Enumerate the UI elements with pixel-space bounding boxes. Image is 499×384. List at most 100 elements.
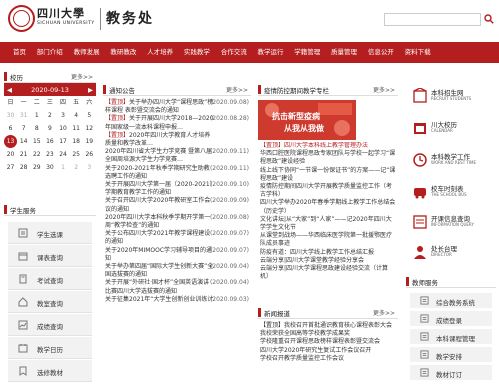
notice-item[interactable]: 关于举办第四届“国际大学生创新大赛”全国选拔赛的通知 (2020.09.04) bbox=[105, 263, 249, 279]
epidemic-item[interactable]: 华西口腔医院课程思政专家团队与学校一起学习“课程思政”建设经验 bbox=[260, 150, 396, 166]
epidemic-item[interactable]: 线上线下协同“一节课一份保证书”的方案——记“课程思政”建设 bbox=[260, 167, 396, 183]
nav-talent[interactable]: 人才培养 bbox=[142, 42, 179, 63]
notice-item[interactable]: 关于2020-2021年秋季学期研究生助教选聘工作的通知 (2020.09.11) bbox=[105, 165, 249, 181]
calendar-day[interactable]: 27 bbox=[4, 161, 17, 174]
quick-link-item[interactable]: 处长台理 DIRECTOR bbox=[412, 242, 494, 262]
calendar-day[interactable]: 5 bbox=[83, 109, 96, 122]
calendar-day[interactable]: 30 bbox=[43, 161, 56, 174]
student-service-item[interactable]: 教学日历 bbox=[8, 337, 92, 359]
teacher-service-item[interactable]: 本科课程管理 bbox=[410, 329, 492, 344]
calendar-prev-icon[interactable]: ◀ bbox=[7, 86, 12, 94]
calendar-day[interactable]: 20 bbox=[4, 148, 17, 161]
calendar-day[interactable]: 30 bbox=[4, 109, 17, 122]
epidemic-banner[interactable]: 抗击新型疫病 从我从我做 bbox=[258, 100, 356, 140]
calendar-day[interactable]: 11 bbox=[70, 122, 83, 135]
epidemic-item[interactable]: 【置顶】四川大学本科线上教学管理办法 bbox=[260, 142, 396, 150]
search-input[interactable] bbox=[384, 13, 481, 26]
epidemic-item[interactable]: 云端分享|四川大学课堂教学经验分享会 bbox=[260, 257, 396, 265]
epidemic-item[interactable]: 文化讲坛|从“大家”到“人家”——记2020年四川大学学生文化节 bbox=[260, 216, 396, 232]
teacher-service-item[interactable]: 教材订订 bbox=[410, 365, 492, 380]
nav-home[interactable]: 首页 bbox=[0, 42, 31, 63]
teacher-service-item[interactable]: 成绩登录 bbox=[410, 311, 492, 326]
notice-item[interactable]: 关于召开四川大学2020年教研室工作会议的通知 (2020.09.09) bbox=[105, 197, 249, 213]
calendar-day[interactable]: 3 bbox=[83, 161, 96, 174]
calendar-day[interactable]: 17 bbox=[57, 135, 70, 148]
calendar-day[interactable]: 22 bbox=[30, 148, 43, 161]
calendar-day[interactable]: 8 bbox=[30, 122, 43, 135]
nav-cooperation[interactable]: 合作交流 bbox=[215, 42, 252, 63]
calendar-day[interactable]: 10 bbox=[57, 122, 70, 135]
calendar-next-icon[interactable]: ▶ bbox=[88, 86, 93, 94]
quick-link-item[interactable]: 校车时刻表 THE SCHOOL BUS bbox=[412, 182, 494, 202]
calendar-day[interactable]: 2 bbox=[43, 109, 56, 122]
epidemic-item[interactable]: 从课堂到战场——华西临床医学院第一批援鄂医疗队成员事迹 bbox=[260, 232, 396, 248]
calendar-day[interactable]: 9 bbox=[43, 122, 56, 135]
calendar-day[interactable]: 18 bbox=[70, 135, 83, 148]
calendar-day[interactable]: 6 bbox=[4, 122, 17, 135]
quick-link-item[interactable]: 本科教学工作 WORK AND REST TIME bbox=[412, 150, 494, 170]
epidemic-item[interactable]: 防疫有道：四川大学线上教学工作总结汇报 bbox=[260, 249, 396, 257]
calendar-day[interactable]: 24 bbox=[57, 148, 70, 161]
calendar-day[interactable]: 19 bbox=[83, 135, 96, 148]
calendar-day[interactable]: 12 bbox=[83, 122, 96, 135]
quick-link-item[interactable]: 川大校历 CALENDAR bbox=[412, 118, 494, 138]
nav-operation[interactable]: 教学运行 bbox=[252, 42, 289, 63]
nav-practice[interactable]: 实践教学 bbox=[179, 42, 216, 63]
notice-item[interactable]: 【置顶】关于开展四川大学2018—2020年国家级一流本科课程申报… (2020.… bbox=[105, 115, 249, 131]
news-item[interactable]: 四川大学2020年研究生复试工作会议召开 bbox=[260, 347, 396, 355]
nav-about[interactable]: 部门介绍 bbox=[31, 42, 68, 63]
notice-item[interactable]: 关于开展“外研社·国才杯”全国英语演讲比赛四川大学选拔赛的通知 (2020.09.… bbox=[105, 279, 249, 295]
nav-status[interactable]: 学籍管理 bbox=[289, 42, 326, 63]
quick-link-item[interactable]: 开课信息查询 INFORMATION QUERY bbox=[412, 212, 494, 232]
calendar-day[interactable]: 31 bbox=[17, 109, 30, 122]
student-service-item[interactable]: 考试查询 bbox=[8, 268, 92, 290]
notice-item[interactable]: 关于开展四川大学第一届（2020-2021）学期教育教学工作的通知 (2020.0… bbox=[105, 181, 249, 197]
notice-item[interactable]: 2020年四川省大学生力学竞赛 暨第八届全国周培源大学生力学竞赛… (2020.0… bbox=[105, 148, 249, 164]
epidemic-item[interactable]: 云端分享|四川大学课程思政建设经验交流（计算机） bbox=[260, 265, 396, 281]
nav-info[interactable]: 信息公开 bbox=[362, 42, 399, 63]
teacher-service-item[interactable]: 教学安排 bbox=[410, 347, 492, 362]
calendar-day[interactable]: 1 bbox=[30, 109, 43, 122]
calendar-day[interactable]: 7 bbox=[17, 122, 30, 135]
calendar-day[interactable]: 3 bbox=[57, 109, 70, 122]
calendar-day[interactable]: 23 bbox=[43, 148, 56, 161]
epidemic-item[interactable]: 疫情防控期间四川大学开展教学质量监控工作（考古学科） bbox=[260, 183, 396, 199]
notice-item[interactable]: 2020年四川大学本科秋季学期开学第一周“教学检查”的通知 (2020.09.08… bbox=[105, 214, 249, 230]
student-service-item[interactable]: 课表查询 bbox=[8, 245, 92, 267]
nav-download[interactable]: 资料下载 bbox=[399, 42, 436, 63]
calendar-day[interactable]: 4 bbox=[70, 109, 83, 122]
calendar-day[interactable]: 16 bbox=[43, 135, 56, 148]
news-item[interactable]: 学校隆重召开课程思政榜样课程表彰暨交流会 bbox=[260, 338, 396, 346]
calendar-day-today[interactable]: 13 bbox=[4, 135, 18, 148]
news-more-link[interactable]: 更多>> bbox=[373, 308, 395, 317]
notice-item[interactable]: 【置顶】关于举办四川大学“课程思政”榜样课程 表彰暨交流会的通知 (2020.09… bbox=[105, 99, 249, 115]
calendar-day[interactable]: 26 bbox=[83, 148, 96, 161]
nav-teacher-dev[interactable]: 教师发展 bbox=[68, 42, 105, 63]
notice-item[interactable]: 【置顶】2020年四川大学教育人才培养质量和教学改革… bbox=[105, 132, 249, 148]
calendar-day[interactable]: 29 bbox=[30, 161, 43, 174]
student-service-item[interactable]: 教室查询 bbox=[8, 291, 92, 313]
quick-link-item[interactable]: 本科招生网 RECRUIT STUDENTS bbox=[412, 86, 494, 106]
calendar-day[interactable]: 25 bbox=[70, 148, 83, 161]
student-service-item[interactable]: 成绩查询 bbox=[8, 314, 92, 336]
student-service-item[interactable]: 选修教材 bbox=[8, 360, 92, 382]
notice-item[interactable]: 关于2020年MIMOOC学习辅导项目的通知 (2020.09.07) bbox=[105, 247, 249, 263]
calendar-day[interactable]: 28 bbox=[17, 161, 30, 174]
notice-item[interactable]: 关于公布四川大学2021年教学课程建设的通知 (2020.09.07) bbox=[105, 230, 249, 246]
calendar-day[interactable]: 2 bbox=[70, 161, 83, 174]
calendar-day[interactable]: 15 bbox=[30, 135, 43, 148]
calendar-day[interactable]: 14 bbox=[17, 135, 30, 148]
epidemic-more-link[interactable]: 更多>> bbox=[373, 85, 395, 94]
news-item[interactable]: 学校召开教学质量监控工作会议 bbox=[260, 355, 396, 363]
notice-more-link[interactable]: 更多>> bbox=[226, 85, 248, 94]
calendar-day[interactable]: 1 bbox=[57, 161, 70, 174]
nav-teaching-reform[interactable]: 教研教改 bbox=[105, 42, 142, 63]
student-service-item[interactable]: 学生选课 bbox=[8, 222, 92, 244]
search-icon[interactable] bbox=[484, 14, 494, 24]
news-item[interactable]: 【置顶】我校召开首批通识教育核心课程表彰大会 bbox=[260, 322, 396, 330]
epidemic-item[interactable]: 四川大学举办2020年春季学期线上教学工作总结会（历史学） bbox=[260, 199, 396, 215]
university-seal-logo[interactable] bbox=[8, 5, 35, 32]
calendar-more-link[interactable]: 更多>> bbox=[71, 72, 93, 81]
teacher-service-item[interactable]: 综合教务系统 bbox=[410, 293, 492, 308]
notice-item[interactable]: 关于征集2021年“大学生创新创业训练计划”项目的通知(2020.09.03) bbox=[105, 296, 249, 302]
